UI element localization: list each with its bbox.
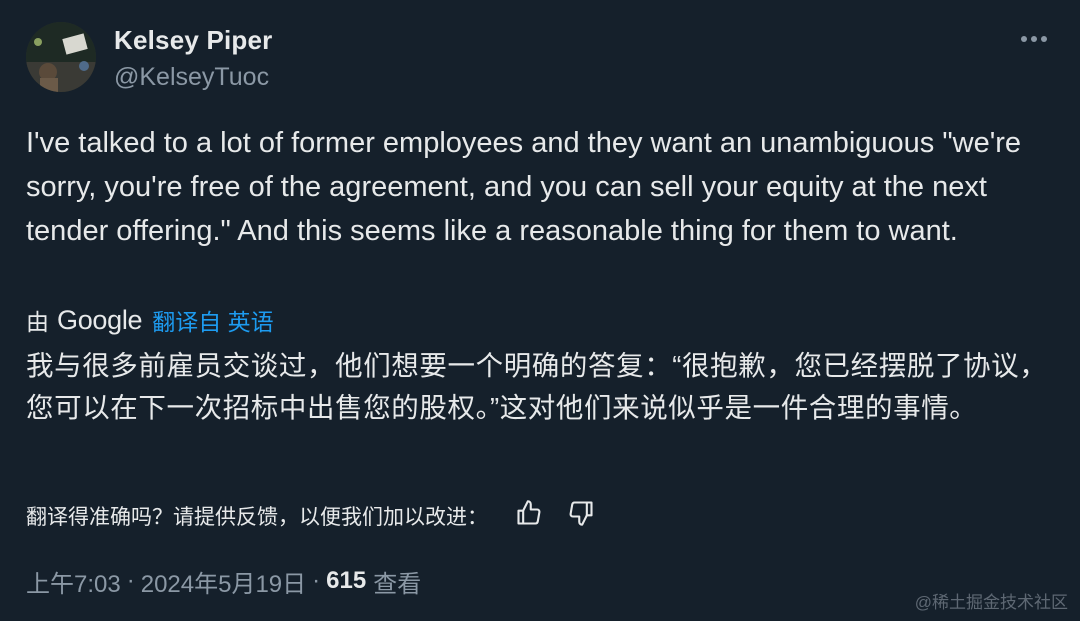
author-avatar[interactable]	[26, 22, 96, 92]
translated-text: 我与很多前雇员交谈过，他们想要一个明确的答复：“很抱歉，您已经摆脱了协议，您可以…	[26, 350, 1048, 423]
translation-attribution: 由 Google 翻译自 英语	[26, 302, 274, 338]
tweet-text: I've talked to a lot of former employees…	[26, 127, 1022, 247]
tweet-meta: 上午7:03 · 2024年5月19日 · 615 查看	[26, 561, 421, 601]
tweet-header: Kelsey Piper @KelseyTuoc	[26, 20, 1054, 96]
tweet-time[interactable]: 上午7:03	[26, 564, 121, 599]
watermark: @稀土掘金技术社区	[914, 593, 1068, 612]
more-options-button[interactable]	[1014, 24, 1054, 54]
tweet-detail: Kelsey Piper @KelseyTuoc I've talked to …	[0, 0, 1080, 621]
thumbs-up-icon	[515, 499, 543, 533]
thumbs-down-icon	[567, 499, 595, 533]
feedback-question: 翻译得准确吗？请提供反馈，以便我们加以改进：	[26, 506, 488, 529]
tweet-date[interactable]: 2024年5月19日	[141, 564, 306, 599]
meta-separator: ·	[126, 567, 135, 594]
views-count: 615	[326, 567, 367, 594]
thumbs-down-button[interactable]	[562, 498, 600, 534]
meta-separator-2: ·	[312, 567, 321, 594]
author-name[interactable]: Kelsey Piper	[114, 25, 273, 56]
translated-from-link[interactable]: 翻译自 英语	[152, 303, 273, 337]
thumbs-up-button[interactable]	[510, 498, 548, 534]
views-label: 查看	[373, 570, 422, 598]
ellipsis-icon	[1020, 35, 1048, 43]
author-handle[interactable]: @KelseyTuoc	[114, 63, 269, 92]
google-logo: Google	[57, 304, 143, 335]
translated-by-label: 由	[26, 309, 49, 335]
translation-feedback: 翻译得准确吗？请提供反馈，以便我们加以改进：	[26, 498, 614, 534]
